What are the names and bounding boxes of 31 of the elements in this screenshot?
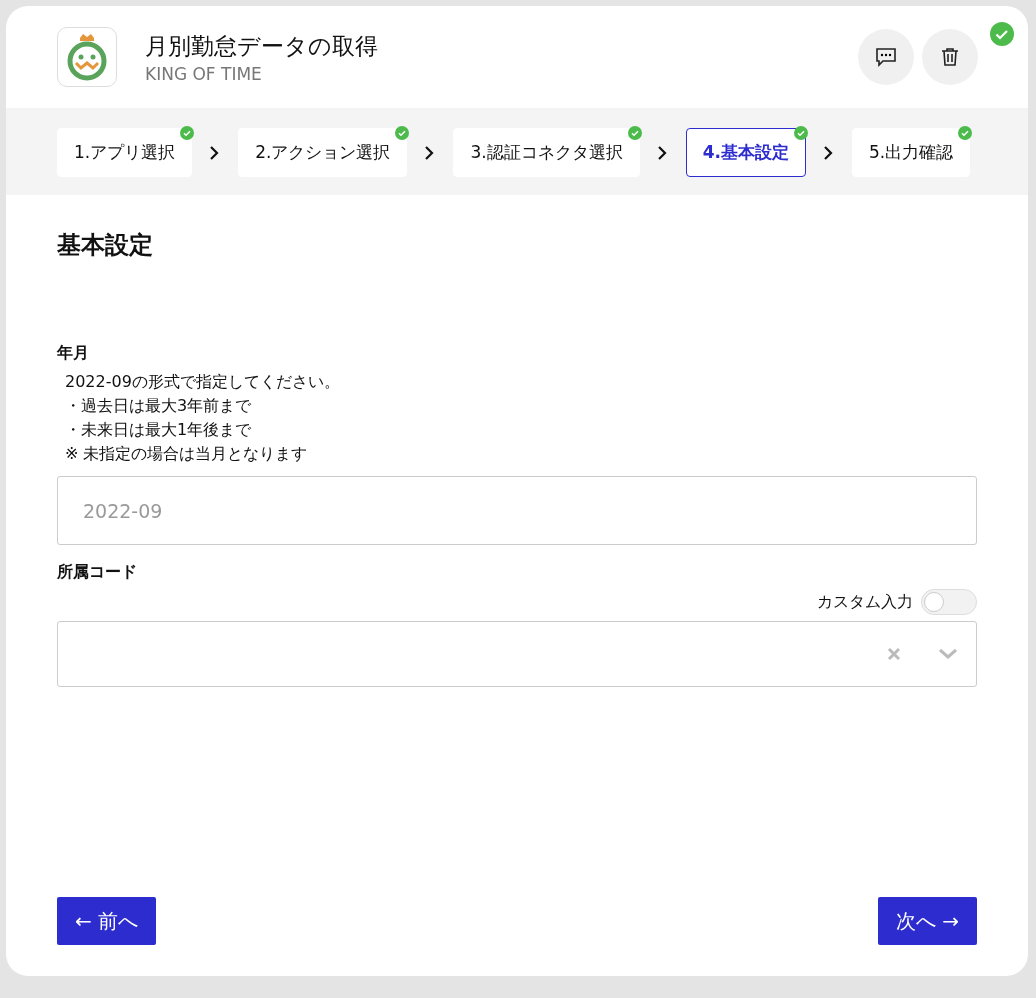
chevron-right-icon: [208, 144, 221, 161]
step-tab[interactable]: 5.出力確認: [852, 128, 971, 177]
app-title: 月別勤怠データの取得: [145, 31, 379, 61]
clear-icon[interactable]: [886, 646, 902, 662]
select-field[interactable]: [57, 621, 977, 687]
chevron-right-icon: [822, 144, 834, 161]
help-text: 2022-09の形式で指定してください。: [65, 371, 341, 393]
input-field[interactable]: 2022-09: [57, 476, 977, 545]
toggle-switch[interactable]: [921, 589, 977, 615]
chevron-right-icon: [655, 144, 668, 161]
trash-icon: [941, 47, 959, 67]
back-button[interactable]: ← 前へ: [57, 897, 157, 945]
section-title: 基本設定: [57, 230, 154, 261]
step-tab[interactable]: 1.アプリ選択: [57, 128, 193, 177]
step-tab[interactable]: 2.アクション選択: [238, 128, 408, 177]
step-tab[interactable]: 3.認証コネクタ選択: [453, 128, 640, 177]
speech-bubble-icon: [875, 47, 897, 67]
field-label: 所属コード: [57, 562, 138, 583]
field-label: 年月: [57, 343, 90, 364]
chevron-down-icon[interactable]: [938, 648, 958, 660]
help-text: ※ 未指定の場合は当月となります: [65, 443, 309, 465]
delete-button[interactable]: [922, 29, 978, 85]
help-text: ・過去日は最大3年前まで: [65, 395, 253, 417]
chevron-right-icon: [423, 144, 436, 161]
next-button[interactable]: 次へ →: [877, 897, 977, 945]
app-logo-icon: [57, 27, 117, 87]
help-text: ・未来日は最大1年後まで: [65, 419, 253, 441]
comment-button[interactable]: [858, 29, 914, 85]
step-tab[interactable]: 4.基本設定: [685, 128, 806, 177]
app-subtitle: KING OF TIME: [145, 63, 263, 84]
toggle-label: カスタム入力: [817, 591, 913, 613]
